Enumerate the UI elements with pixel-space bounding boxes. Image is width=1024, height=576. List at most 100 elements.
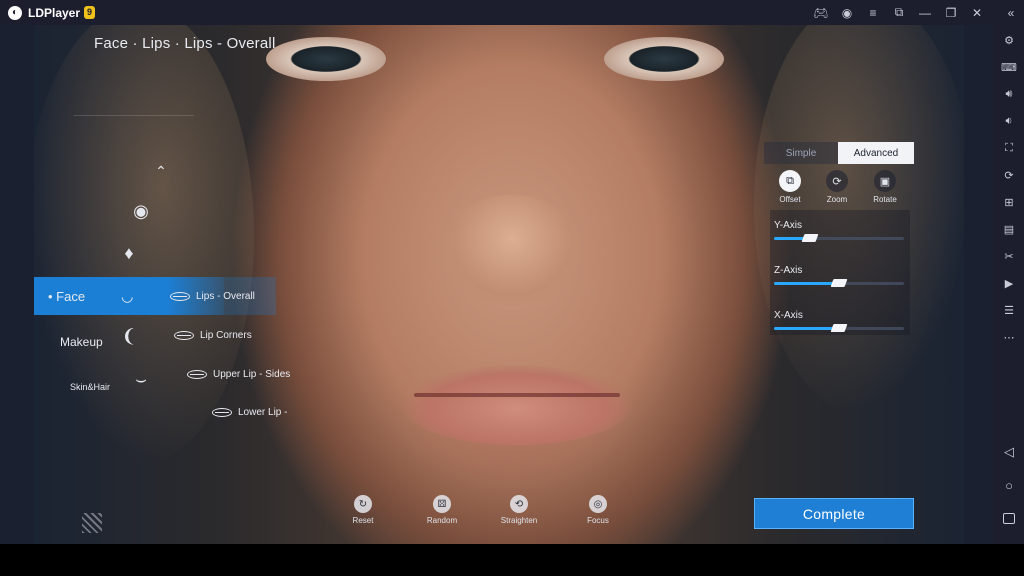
mode-tabs: Simple Advanced xyxy=(764,142,914,164)
nose xyxy=(442,195,582,305)
slider-thumb[interactable] xyxy=(830,279,848,287)
eye-icon[interactable]: ◉ xyxy=(126,201,156,222)
tool-zoom-label: Zoom xyxy=(826,195,848,204)
random-label: Random xyxy=(426,516,458,525)
lip-option-overall[interactable]: Lips - Overall xyxy=(170,291,255,302)
sync-icon[interactable]: ⟳ xyxy=(994,165,1024,185)
tab-advanced[interactable]: Advanced xyxy=(838,142,914,164)
right-eye xyxy=(604,37,724,81)
minimize-icon[interactable]: — xyxy=(912,0,938,25)
ear-icon[interactable]: ❨ xyxy=(114,326,144,347)
back-icon[interactable]: ◁ xyxy=(994,442,1024,462)
straighten-icon: ⟲ xyxy=(510,495,528,513)
left-eye xyxy=(266,37,386,81)
title-bar: ◐ LDPlayer 9 🎮︎ ◉ ≡ ⧉ — ❐ ✕ « xyxy=(0,0,1024,25)
random-button[interactable]: ⚄ Random xyxy=(417,495,467,525)
eye-focus-icon: ◎ xyxy=(589,495,607,513)
straighten-button[interactable]: ⟲ Straighten xyxy=(494,495,544,525)
y-axis-slider[interactable]: Y-Axis xyxy=(774,220,904,242)
slider-track[interactable] xyxy=(774,324,904,332)
record-icon[interactable]: ▶ xyxy=(994,273,1024,293)
volume-down-icon[interactable]: 🔉︎ xyxy=(994,111,1024,131)
category-makeup[interactable]: Makeup xyxy=(60,335,103,349)
hatch-decoration xyxy=(82,513,102,533)
add-screen-icon[interactable]: ⊞ xyxy=(994,192,1024,212)
category-face-label: Face xyxy=(56,288,86,304)
lips-icon: ◡ xyxy=(121,287,134,304)
settings-icon[interactable]: ⚙ xyxy=(994,30,1024,50)
lip-option-corners[interactable]: Lip Corners xyxy=(174,330,252,341)
tool-rotate-label: Rotate xyxy=(873,195,897,204)
lips-icon xyxy=(174,331,194,340)
account-icon[interactable]: ◉ xyxy=(834,0,860,25)
close-icon[interactable]: ✕ xyxy=(964,0,990,25)
lips-icon xyxy=(170,292,190,301)
straighten-label: Straighten xyxy=(500,516,538,525)
app-name: LDPlayer xyxy=(28,5,81,20)
zoom-icon: ⟳ xyxy=(826,170,848,192)
keyboard-icon[interactable]: ⌨ xyxy=(994,57,1024,77)
tool-offset-label: Offset xyxy=(779,195,801,204)
recents-icon[interactable] xyxy=(994,508,1024,528)
x-axis-slider[interactable]: X-Axis xyxy=(774,310,904,332)
lip-line xyxy=(414,393,620,397)
apk-icon[interactable]: ▤ xyxy=(994,219,1024,239)
bullet-icon: • xyxy=(48,288,57,304)
reset-icon: ↻ xyxy=(354,495,372,513)
popout-icon[interactable]: ⧉ xyxy=(886,0,912,25)
reset-label: Reset xyxy=(352,516,374,525)
bottom-bar xyxy=(0,544,1024,576)
brow-icon[interactable]: ⌃ xyxy=(146,163,176,180)
category-skin-hair[interactable]: Skin&Hair xyxy=(70,382,110,392)
slider-track[interactable] xyxy=(774,279,904,287)
focus-label: Focus xyxy=(587,516,609,525)
menu-icon[interactable]: ≡ xyxy=(860,0,886,25)
slider-track[interactable] xyxy=(774,234,904,242)
emulator-viewport: Face · Lips · Lips - Overall ⌃ ◉ ♦ ❨ ⌣ •… xyxy=(0,25,994,544)
jaw-icon[interactable]: ⌣ xyxy=(126,369,156,390)
lip-option-label: Upper Lip - Sides xyxy=(213,369,291,380)
decorative-lines xyxy=(74,115,194,155)
tool-zoom[interactable]: ⟳ Zoom xyxy=(815,170,859,204)
window-controls: 🎮︎ ◉ ≡ ⧉ — ❐ ✕ « xyxy=(808,0,1024,25)
scissors-icon[interactable]: ✂ xyxy=(994,246,1024,266)
lips xyxy=(402,365,632,445)
app-logo: ◐ LDPlayer 9 xyxy=(8,5,96,20)
game-screen[interactable]: Face · Lips · Lips - Overall ⌃ ◉ ♦ ❨ ⌣ •… xyxy=(34,25,964,544)
collapse-icon[interactable]: « xyxy=(998,0,1024,25)
slider-thumb[interactable] xyxy=(830,324,848,332)
nose-icon[interactable]: ♦ xyxy=(114,243,144,264)
dice-icon: ⚄ xyxy=(433,495,451,513)
lip-option-label: Lower Lip - xyxy=(238,407,288,418)
slider-fill xyxy=(774,327,839,330)
slider-label: Z-Axis xyxy=(774,265,803,276)
lip-option-lower[interactable]: Lower Lip - xyxy=(212,407,287,418)
home-icon[interactable]: ○ xyxy=(994,475,1024,495)
complete-button[interactable]: Complete xyxy=(754,498,914,529)
breadcrumb: Face · Lips · Lips - Overall xyxy=(94,35,276,52)
restore-icon[interactable]: ❐ xyxy=(938,0,964,25)
offset-icon: ⧉ xyxy=(779,170,801,192)
tab-simple[interactable]: Simple xyxy=(764,142,838,164)
slider-fill xyxy=(774,282,839,285)
lip-option-upper-sides[interactable]: Upper Lip - Sides xyxy=(187,369,290,380)
version-badge: 9 xyxy=(84,6,96,19)
emulator-toolbar: ⚙ ⌨ 🔊︎ 🔉︎ ⛶ ⟳ ⊞ ▤ ✂ ▶ ☰ ⋯ ◁ ○ xyxy=(994,25,1024,544)
ldplayer-logo-icon: ◐ xyxy=(8,5,22,20)
hair-left xyxy=(34,25,254,465)
reset-button[interactable]: ↻ Reset xyxy=(338,495,388,525)
lip-option-label: Lips - Overall xyxy=(196,291,255,302)
fullscreen-icon[interactable]: ⛶ xyxy=(994,138,1024,158)
operations-icon[interactable]: ☰ xyxy=(994,300,1024,320)
lips-icon xyxy=(187,370,207,379)
lips-icon xyxy=(212,408,232,417)
more-icon[interactable]: ⋯ xyxy=(994,327,1024,347)
z-axis-slider[interactable]: Z-Axis xyxy=(774,265,904,287)
focus-button[interactable]: ◎ Focus xyxy=(573,495,623,525)
tool-rotate[interactable]: ▣ Rotate xyxy=(863,170,907,204)
lip-option-label: Lip Corners xyxy=(200,330,252,341)
slider-label: X-Axis xyxy=(774,310,803,321)
gamepad-icon[interactable]: 🎮︎ xyxy=(808,0,834,25)
volume-up-icon[interactable]: 🔊︎ xyxy=(994,84,1024,104)
tool-offset[interactable]: ⧉ Offset xyxy=(768,170,812,204)
